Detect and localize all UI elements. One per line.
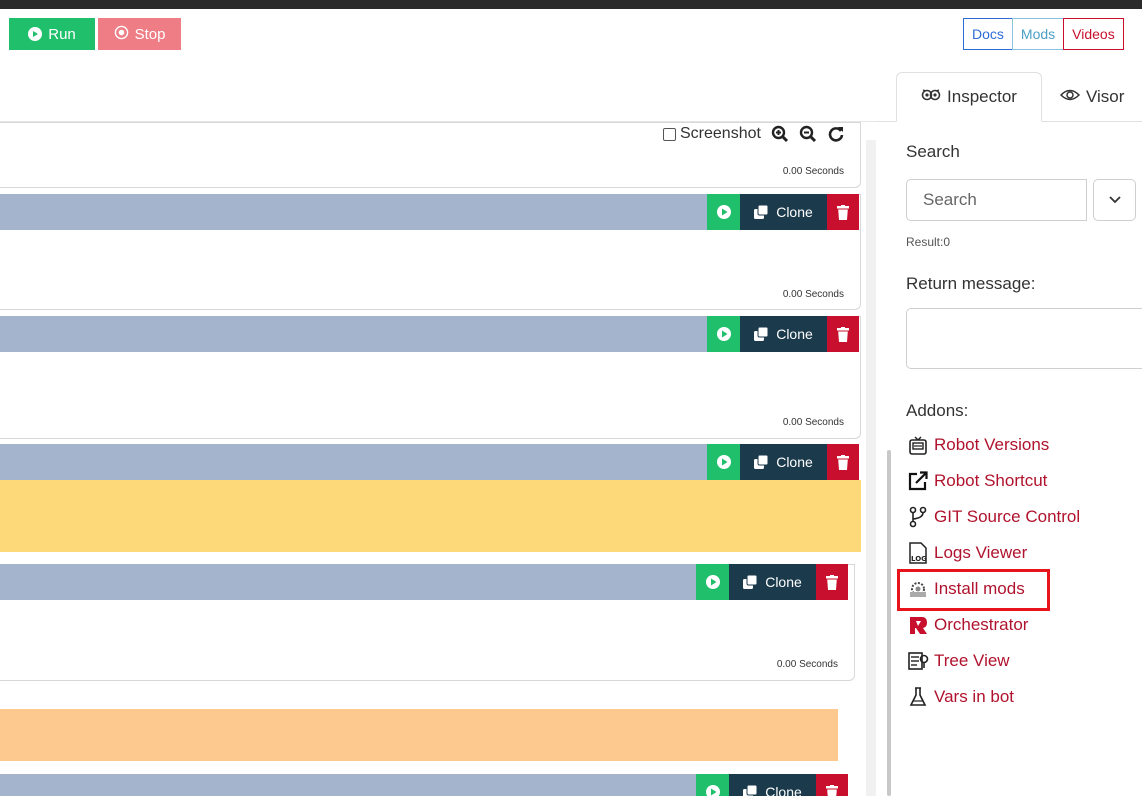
clone-label: Clone bbox=[776, 204, 813, 220]
search-dropdown-button[interactable] bbox=[1093, 179, 1136, 221]
command-header-bar[interactable] bbox=[0, 564, 696, 600]
addon-label: GIT Source Control bbox=[934, 507, 1081, 526]
elapsed-seconds: 0.00 Seconds bbox=[782, 417, 844, 428]
elapsed-seconds: 0.00 Seconds bbox=[782, 289, 844, 300]
card-actions: Clone bbox=[696, 564, 848, 600]
run-step-button[interactable] bbox=[696, 774, 729, 796]
delete-button[interactable] bbox=[827, 444, 859, 480]
run-step-button[interactable] bbox=[707, 444, 740, 480]
clone-icon bbox=[754, 327, 769, 341]
addon-robot-shortcut[interactable]: Robot Shortcut bbox=[906, 469, 1047, 493]
card-actions: Clone bbox=[707, 316, 859, 352]
install-mods-highlight bbox=[897, 569, 1050, 611]
addon-orchestrator[interactable]: Orchestrator bbox=[906, 613, 1028, 637]
command-card: 0.00 Seconds bbox=[0, 122, 861, 188]
docs-link[interactable]: Docs bbox=[963, 18, 1013, 50]
clone-button[interactable]: Clone bbox=[740, 444, 827, 480]
chevron-down-icon bbox=[1108, 196, 1121, 204]
addon-label: Robot Versions bbox=[934, 435, 1050, 454]
elapsed-seconds: 0.00 Seconds bbox=[782, 166, 844, 177]
command-header-bar[interactable] bbox=[0, 316, 707, 352]
run-button[interactable]: Run bbox=[9, 18, 95, 50]
robot-versions-icon bbox=[906, 433, 930, 457]
orchestrator-icon bbox=[906, 613, 930, 637]
trash-icon bbox=[826, 784, 838, 796]
canvas-scrollbar[interactable] bbox=[866, 140, 876, 796]
sidebar-scrollbar-thumb[interactable] bbox=[887, 450, 891, 796]
external-link-icon bbox=[906, 469, 930, 493]
clone-icon bbox=[754, 455, 769, 469]
nested-block-yellow bbox=[0, 480, 861, 552]
run-step-button[interactable] bbox=[707, 194, 740, 230]
log-file-icon: LOG bbox=[906, 541, 930, 565]
trash-icon bbox=[837, 454, 849, 470]
clone-button[interactable]: Clone bbox=[729, 774, 816, 796]
delete-button[interactable] bbox=[827, 194, 859, 230]
clone-icon bbox=[754, 205, 769, 219]
videos-link[interactable]: Videos bbox=[1063, 18, 1124, 50]
flask-icon bbox=[906, 685, 930, 709]
tab-visor[interactable]: Visor bbox=[1059, 72, 1125, 122]
stop-icon bbox=[114, 25, 129, 44]
addon-label: Robot Shortcut bbox=[934, 471, 1048, 490]
addon-tree-view[interactable]: Tree View bbox=[906, 649, 1010, 673]
addon-label: Vars in bot bbox=[934, 687, 1015, 706]
clone-button[interactable]: Clone bbox=[740, 316, 827, 352]
clone-label: Clone bbox=[776, 326, 813, 342]
card-actions: Clone bbox=[707, 194, 859, 230]
tree-view-icon bbox=[906, 649, 930, 673]
tab-inspector-label: Inspector bbox=[947, 87, 1017, 106]
trash-icon bbox=[826, 574, 838, 590]
clone-icon bbox=[743, 785, 758, 796]
command-header-bar[interactable] bbox=[0, 194, 707, 230]
delete-button[interactable] bbox=[816, 774, 848, 796]
eye-icon bbox=[1059, 87, 1081, 107]
clone-icon bbox=[743, 575, 758, 589]
delete-button[interactable] bbox=[827, 316, 859, 352]
addon-robot-versions[interactable]: Robot Versions bbox=[906, 433, 1049, 457]
search-result-count: Result:0 bbox=[906, 235, 951, 249]
stop-button[interactable]: Stop bbox=[98, 18, 181, 50]
addon-label: Orchestrator bbox=[934, 615, 1029, 634]
clone-button[interactable]: Clone bbox=[729, 564, 816, 600]
owl-icon bbox=[921, 87, 941, 107]
top-links: Docs Mods Videos bbox=[963, 18, 1124, 50]
clone-label: Clone bbox=[765, 784, 802, 796]
nested-block-orange bbox=[0, 709, 838, 761]
search-label: Search bbox=[906, 142, 960, 161]
addon-vars-in-bot[interactable]: Vars in bot bbox=[906, 685, 1014, 709]
run-label: Run bbox=[48, 25, 76, 43]
svg-text:LOG: LOG bbox=[911, 555, 927, 563]
addon-label: Logs Viewer bbox=[934, 543, 1028, 562]
mods-link[interactable]: Mods bbox=[1011, 18, 1065, 50]
trash-icon bbox=[837, 204, 849, 220]
elapsed-seconds: 0.00 Seconds bbox=[776, 659, 838, 670]
clone-label: Clone bbox=[776, 454, 813, 470]
tab-visor-label: Visor bbox=[1086, 87, 1125, 106]
clone-label: Clone bbox=[765, 574, 802, 590]
tab-inspector[interactable]: Inspector bbox=[896, 72, 1042, 122]
return-message-label: Return message: bbox=[906, 274, 1036, 293]
play-icon bbox=[28, 27, 43, 41]
run-step-button[interactable] bbox=[696, 564, 729, 600]
command-header-bar[interactable] bbox=[0, 774, 696, 796]
search-input[interactable]: Search bbox=[906, 179, 1087, 221]
card-actions: Clone bbox=[696, 774, 848, 796]
trash-icon bbox=[837, 326, 849, 342]
top-dark-strip bbox=[0, 0, 1142, 9]
addon-git-source-control[interactable]: GIT Source Control bbox=[906, 505, 1080, 529]
addon-label: Tree View bbox=[934, 651, 1010, 670]
command-header-bar[interactable] bbox=[0, 444, 707, 480]
addon-logs-viewer[interactable]: LOG Logs Viewer bbox=[906, 541, 1027, 565]
clone-button[interactable]: Clone bbox=[740, 194, 827, 230]
run-step-button[interactable] bbox=[707, 316, 740, 352]
return-message-field[interactable] bbox=[906, 308, 1142, 369]
stop-label: Stop bbox=[134, 25, 166, 43]
git-branch-icon bbox=[906, 505, 930, 529]
addons-label: Addons: bbox=[906, 401, 969, 420]
delete-button[interactable] bbox=[816, 564, 848, 600]
card-actions: Clone bbox=[707, 444, 859, 480]
